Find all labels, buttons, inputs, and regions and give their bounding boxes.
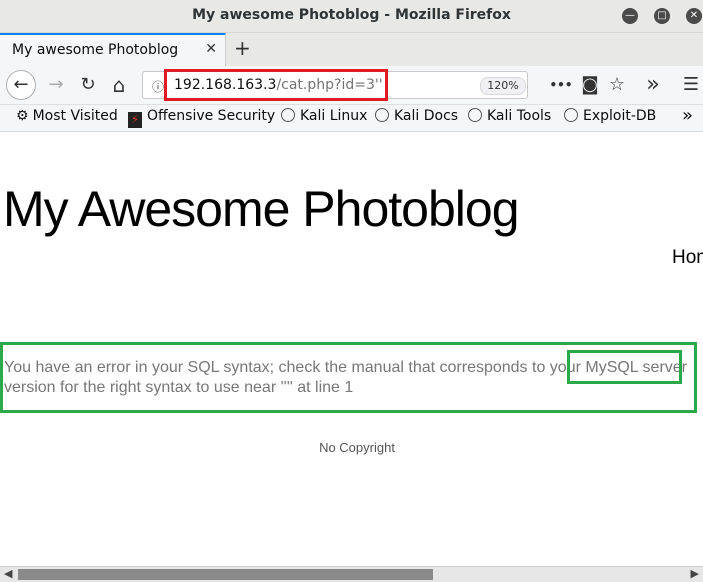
page-actions-button[interactable]: ••• bbox=[548, 72, 574, 98]
bookmark-kali-tools[interactable]: Kali Tools bbox=[468, 108, 551, 124]
back-button[interactable]: ← bbox=[6, 70, 36, 100]
hamburger-menu-icon[interactable]: ☰ bbox=[678, 72, 703, 98]
bookmark-label: Offensive Security bbox=[147, 108, 276, 124]
scrollbar-thumb[interactable] bbox=[18, 569, 433, 580]
tab-photoblog[interactable]: My awesome Photoblog ✕ bbox=[0, 33, 226, 66]
bookmark-label: Most Visited bbox=[32, 108, 118, 124]
nav-home-link[interactable]: Hom bbox=[672, 247, 703, 269]
bookmark-kali-docs[interactable]: Kali Docs bbox=[375, 108, 458, 124]
maximize-icon[interactable]: □ bbox=[654, 8, 670, 24]
bookmark-label: Exploit-DB bbox=[583, 108, 657, 124]
window-titlebar: My awesome Photoblog - Mozilla Firefox —… bbox=[0, 0, 703, 33]
page-content: My Awesome Photoblog Hom You have an err… bbox=[0, 132, 703, 566]
site-title: My Awesome Photoblog bbox=[3, 181, 519, 237]
window-title: My awesome Photoblog - Mozilla Firefox bbox=[192, 7, 511, 23]
bookmark-offensive-security[interactable]: ⚡ Offensive Security bbox=[128, 108, 275, 128]
bookmark-exploit-db[interactable]: Exploit-DB bbox=[564, 108, 656, 124]
globe-icon bbox=[375, 108, 389, 122]
error-text-end: version for the right syntax to use near… bbox=[4, 379, 354, 396]
pocket-icon[interactable]: ◙ bbox=[577, 72, 603, 98]
reload-button[interactable]: ↻ bbox=[75, 72, 101, 98]
offsec-icon: ⚡ bbox=[128, 112, 142, 128]
url-highlight-box bbox=[164, 69, 388, 101]
bookmarks-toolbar: ⚙ Most Visited ⚡ Offensive Security Kali L… bbox=[0, 105, 703, 132]
horizontal-scrollbar[interactable]: ◀ ▶ bbox=[0, 566, 703, 582]
mysql-highlight-box bbox=[567, 350, 682, 384]
bookmark-label: Kali Tools bbox=[487, 108, 552, 124]
bookmarks-overflow-button[interactable]: » bbox=[682, 105, 693, 126]
site-info-icon[interactable]: ⓘ bbox=[152, 78, 164, 95]
minimize-icon[interactable]: — bbox=[622, 8, 638, 24]
bookmark-most-visited[interactable]: ⚙ Most Visited bbox=[16, 108, 118, 124]
forward-button[interactable]: → bbox=[43, 72, 69, 98]
home-button[interactable]: ⌂ bbox=[106, 72, 132, 98]
tab-close-icon[interactable]: ✕ bbox=[205, 41, 217, 57]
new-tab-button[interactable]: + bbox=[234, 36, 251, 60]
scroll-left-icon[interactable]: ◀ bbox=[4, 567, 12, 580]
bookmark-star-icon[interactable]: ☆ bbox=[604, 72, 630, 98]
tab-label: My awesome Photoblog bbox=[12, 42, 179, 58]
footer: No Copyright bbox=[319, 440, 395, 455]
gear-icon: ⚙ bbox=[16, 108, 29, 124]
bookmark-label: Kali Linux bbox=[300, 108, 368, 124]
zoom-indicator[interactable]: 120% bbox=[480, 77, 526, 95]
error-text-start: You have an error in your SQL syntax; ch… bbox=[4, 359, 586, 376]
tab-bar: My awesome Photoblog ✕ + bbox=[0, 33, 703, 66]
scroll-right-icon[interactable]: ▶ bbox=[691, 567, 699, 580]
toolbar-overflow-button[interactable]: » bbox=[640, 72, 666, 98]
globe-icon bbox=[468, 108, 482, 122]
globe-icon bbox=[564, 108, 578, 122]
globe-icon bbox=[281, 108, 295, 122]
bookmark-kali-linux[interactable]: Kali Linux bbox=[281, 108, 367, 124]
bookmark-label: Kali Docs bbox=[394, 108, 459, 124]
close-window-icon[interactable]: ✕ bbox=[686, 8, 702, 24]
